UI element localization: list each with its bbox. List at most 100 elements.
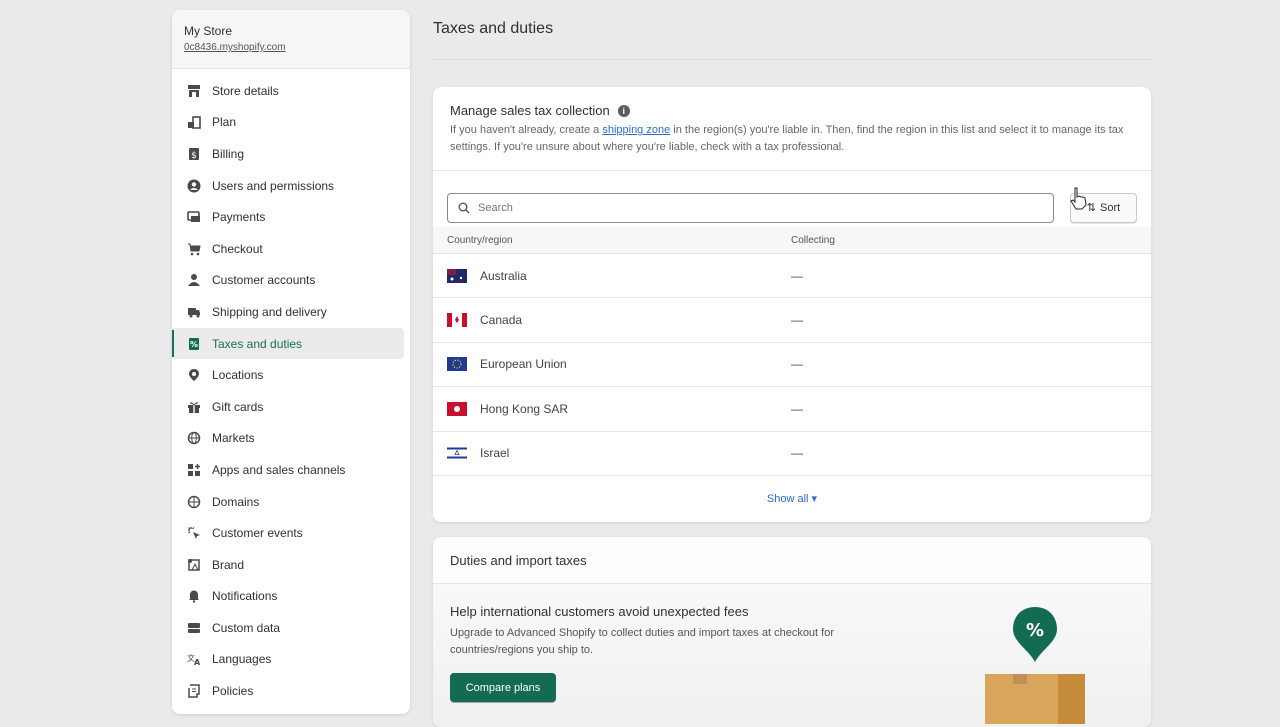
collecting-status: —: [791, 401, 803, 416]
svg-text:$: $: [191, 151, 197, 161]
store-url-link[interactable]: 0c8436.myshopify.com: [184, 42, 398, 53]
sidebar-item-label: Locations: [212, 368, 264, 383]
sidebar-item-markets[interactable]: Markets: [172, 423, 404, 455]
sidebar-item-label: Gift cards: [212, 399, 264, 414]
sidebar-item-locations[interactable]: Locations: [172, 359, 404, 391]
sidebar-item-label: Users and permissions: [212, 178, 335, 193]
payments-icon: [186, 209, 202, 225]
table-header: Country/region Collecting: [433, 227, 1151, 254]
tax-box-illustration: %: [985, 607, 1085, 724]
translate-icon: 文A: [186, 651, 202, 667]
sidebar-item-apps-and-sales-channels[interactable]: Apps and sales channels: [172, 454, 404, 486]
sidebar-item-label: Custom data: [212, 620, 281, 635]
truck-icon: [186, 304, 202, 320]
sidebar-item-payments[interactable]: Payments: [172, 201, 404, 233]
tax-icon: %: [186, 336, 202, 352]
column-header-country: Country/region: [447, 234, 513, 246]
flag-au-icon: [447, 268, 467, 283]
billing-icon: $: [186, 146, 202, 162]
hand-cursor-icon: [1070, 187, 1087, 210]
flag-ca-icon: [447, 313, 467, 328]
sales-tax-description: If you haven't already, create a shippin…: [450, 124, 1124, 153]
table-row[interactable]: Hong Kong SAR —: [433, 387, 1151, 432]
country-name: Israel: [480, 446, 510, 461]
show-all-button[interactable]: Show all ▾: [433, 476, 1151, 505]
svg-text:A: A: [194, 658, 201, 666]
sidebar-item-label: Store details: [212, 83, 279, 98]
sidebar-item-custom-data[interactable]: Custom data: [172, 612, 404, 644]
table-row[interactable]: Australia —: [433, 254, 1151, 299]
sidebar-item-label: Apps and sales channels: [212, 462, 346, 477]
svg-text:%: %: [190, 340, 198, 349]
location-icon: [186, 367, 202, 383]
apps-icon: [186, 462, 202, 478]
table-row[interactable]: European Union —: [433, 343, 1151, 388]
page-title: Taxes and duties: [433, 20, 554, 37]
store-icon: [186, 83, 202, 99]
sidebar-item-languages[interactable]: 文 A Languages: [172, 644, 404, 676]
table-row[interactable]: Israel —: [433, 432, 1151, 476]
flag-eu-icon: [447, 357, 467, 372]
country-name: Hong Kong SAR: [480, 401, 569, 416]
sidebar-item-label: Customer accounts: [212, 273, 316, 288]
policy-icon: [186, 683, 202, 699]
country-name: Australia: [480, 268, 527, 283]
sidebar-item-brand[interactable]: Brand: [172, 549, 404, 581]
sidebar-item-domains[interactable]: Domains: [172, 486, 404, 518]
search-input[interactable]: Search: [447, 192, 1054, 223]
collecting-status: —: [791, 268, 803, 283]
sidebar-item-taxes-and-duties[interactable]: % Taxes and duties: [172, 327, 404, 360]
sidebar-item-shipping-and-delivery[interactable]: Shipping and delivery: [172, 296, 404, 328]
sidebar-item-label: Markets: [212, 431, 255, 446]
sidebar-item-label: Taxes and duties: [212, 336, 303, 351]
duties-description: Upgrade to Advanced Shopify to collect d…: [450, 627, 835, 656]
database-icon: [186, 620, 202, 636]
store-header: My Store 0c8436.myshopify.com: [172, 10, 410, 69]
sidebar-item-users-and-permissions[interactable]: Users and permissions: [172, 170, 404, 202]
collecting-status: —: [791, 357, 803, 372]
sidebar-item-policies[interactable]: Policies: [172, 675, 404, 707]
domain-icon: [186, 494, 202, 510]
flag-hk-icon: [447, 401, 467, 416]
sidebar-item-gift-cards[interactable]: Gift cards: [172, 391, 404, 423]
compare-plans-button[interactable]: Compare plans: [450, 673, 556, 702]
plan-icon: [186, 114, 202, 130]
search-icon: [458, 202, 470, 213]
column-header-collecting: Collecting: [791, 234, 835, 246]
caret-down-icon: ▾: [811, 492, 818, 505]
info-icon[interactable]: i: [617, 104, 630, 117]
sidebar-item-store-details[interactable]: Store details: [172, 75, 404, 107]
sidebar-item-label: Domains: [212, 494, 260, 509]
sidebar-item-label: Customer events: [212, 526, 303, 541]
divider: [433, 59, 1151, 60]
sidebar-item-billing[interactable]: $ Billing: [172, 138, 404, 170]
sidebar-item-customer-accounts[interactable]: Customer accounts: [172, 265, 404, 297]
flag-il-icon: [447, 446, 467, 461]
sidebar-item-label: Checkout: [212, 241, 263, 256]
sidebar-item-notifications[interactable]: Notifications: [172, 581, 404, 613]
sidebar-item-customer-events[interactable]: Customer events: [172, 517, 404, 549]
sales-tax-card: Manage sales tax collection i If you have…: [433, 87, 1151, 522]
table-row[interactable]: Canada —: [433, 298, 1151, 343]
country-name: Canada: [480, 313, 523, 328]
duties-title: Duties and import taxes: [433, 537, 1151, 584]
brand-icon: [186, 557, 202, 573]
settings-sidebar: My Store 0c8436.myshopify.com Store deta…: [172, 10, 410, 714]
person-icon: [186, 272, 202, 288]
sidebar-item-label: Policies: [212, 684, 254, 699]
cursor-click-icon: [186, 525, 202, 541]
sidebar-item-label: Brand: [212, 557, 245, 572]
shipping-zone-link[interactable]: shipping zone: [602, 124, 670, 136]
user-icon: [186, 178, 202, 194]
sidebar-item-label: Shipping and delivery: [212, 304, 327, 319]
sidebar-item-checkout[interactable]: Checkout: [172, 233, 404, 265]
sidebar-item-label: Languages: [212, 652, 272, 667]
sidebar-item-plan[interactable]: Plan: [172, 107, 404, 139]
globe-icon: [186, 430, 202, 446]
search-placeholder: Search: [478, 201, 513, 214]
sidebar-item-label: Notifications: [212, 589, 278, 604]
bell-icon: [186, 588, 202, 604]
gift-icon: [186, 399, 202, 415]
collecting-status: —: [791, 313, 803, 328]
settings-nav: Store details Plan $ Billing Users and permi…: [172, 69, 410, 707]
